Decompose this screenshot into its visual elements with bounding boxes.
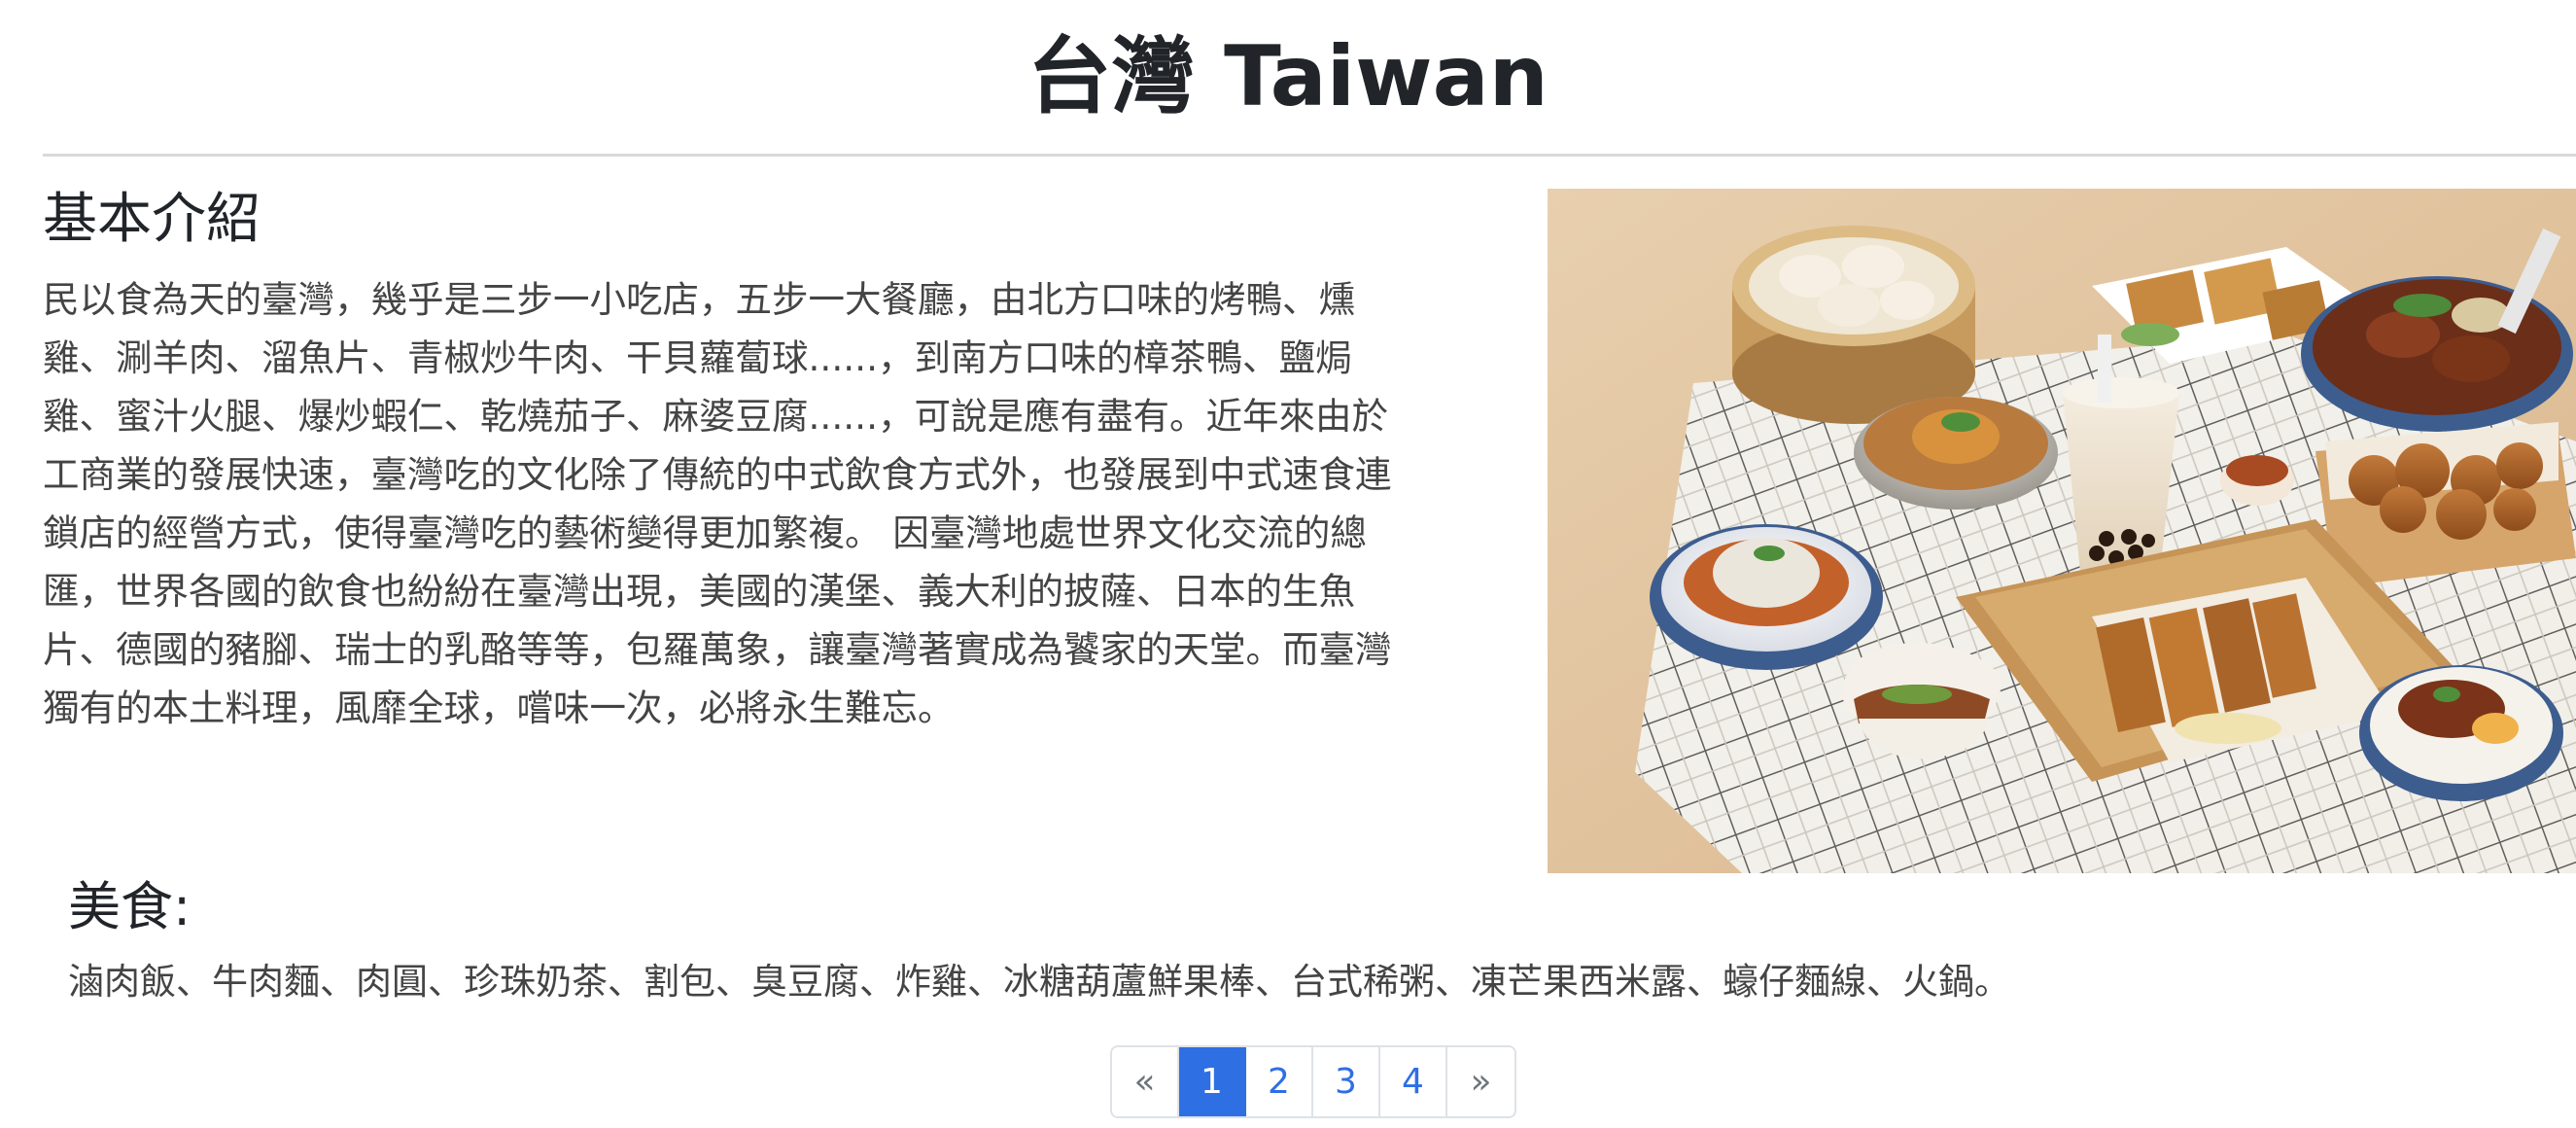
- pagination-page-4[interactable]: 4: [1380, 1047, 1447, 1116]
- steamer-basket: [1732, 226, 1975, 424]
- meatball-bowl: [1650, 524, 1883, 670]
- pagination: « 1 2 3 4 »: [1110, 1045, 1516, 1118]
- pagination-next-button[interactable]: »: [1447, 1047, 1514, 1116]
- small-steel-bowl: [1854, 397, 2058, 510]
- taiwanese-food-photo: [1548, 189, 2576, 873]
- intro-paragraph: 民以食為天的臺灣，幾乎是三步一小吃店，五步一大餐廳，由北方口味的烤鴨、燻 雞、涮…: [43, 278, 1392, 729]
- food-list: 滷肉飯、牛肉麵、肉圓、珍珠奶茶、割包、臭豆腐、炸雞、冰糖葫蘆鮮果棒、台式稀粥、凍…: [68, 961, 2010, 1003]
- pagination-prev-button[interactable]: «: [1112, 1047, 1179, 1116]
- pepper-cup: [2220, 455, 2294, 506]
- pagination-page-3[interactable]: 3: [1313, 1047, 1380, 1116]
- intro-heading: 基本介紹: [43, 188, 261, 251]
- pagination-page-2[interactable]: 2: [1246, 1047, 1313, 1116]
- title-divider: [43, 154, 2576, 157]
- food-heading: 美食:: [68, 876, 191, 937]
- page-title: 台灣 Taiwan: [1027, 28, 1549, 125]
- braised-pork-rice-bowl: [2359, 665, 2563, 801]
- pagination-page-1[interactable]: 1: [1179, 1047, 1246, 1116]
